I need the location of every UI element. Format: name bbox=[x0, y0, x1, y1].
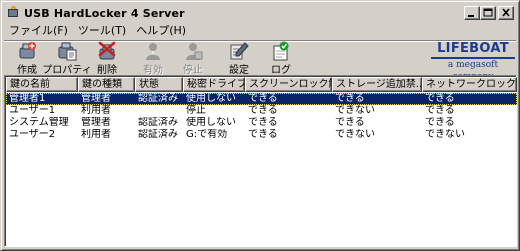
cell-storage-block: できない bbox=[335, 105, 375, 116]
delete-label: 削除 bbox=[97, 65, 117, 76]
cell-status: 認証済み bbox=[138, 117, 178, 128]
title-bar[interactable]: USB HardLocker 4 Server bbox=[4, 4, 516, 22]
stop-label: 停止 bbox=[183, 65, 203, 76]
cell-status: 認証済み bbox=[138, 93, 178, 104]
app-window: USB HardLocker 4 Server ファイル(F) ツール(T) ヘ… bbox=[0, 0, 520, 251]
window-title: USB HardLocker 4 Server bbox=[24, 6, 185, 20]
delete-button[interactable]: 削除 bbox=[87, 41, 127, 76]
cell-screen-unlock: できる bbox=[248, 105, 278, 116]
logo-wordmark: LIFEBOAT bbox=[437, 41, 509, 56]
col-key-name[interactable]: 鍵の名前 bbox=[6, 77, 78, 92]
cell-storage-block: できない bbox=[335, 129, 375, 140]
log-label: ログ bbox=[271, 65, 291, 76]
menu-bar: ファイル(F) ツール(T) ヘルプ(H) bbox=[4, 22, 191, 40]
cell-key-name: 管理者1 bbox=[9, 93, 46, 104]
close-icon bbox=[502, 8, 510, 17]
list-rows: 管理者1 管理者 認証済み 使用しない できる できる できる ユーザー1 利用… bbox=[6, 93, 517, 141]
cell-network-unlock: できる bbox=[425, 105, 455, 116]
settings-button[interactable]: 設定 bbox=[219, 41, 259, 76]
menu-help[interactable]: ヘルプ(H) bbox=[131, 22, 191, 40]
cell-secret-drive: 停止 bbox=[186, 105, 206, 116]
maximize-button[interactable] bbox=[480, 6, 496, 20]
delete-icon bbox=[98, 41, 116, 60]
list-header: 鍵の名前 鍵の種類 状態 秘密ドライブ スクリーンロック解除 ストレージ追加禁.… bbox=[6, 77, 517, 92]
col-secret-drive[interactable]: 秘密ドライブ bbox=[183, 77, 245, 92]
col-storage-block[interactable]: ストレージ追加禁... bbox=[332, 77, 422, 92]
create-key-icon bbox=[19, 42, 36, 59]
menu-file[interactable]: ファイル(F) bbox=[4, 22, 73, 40]
stop-icon bbox=[186, 43, 203, 60]
col-status[interactable]: 状態 bbox=[135, 77, 183, 92]
col-key-type[interactable]: 鍵の種類 bbox=[78, 77, 135, 92]
cell-screen-unlock: できる bbox=[248, 129, 278, 140]
stop-button[interactable]: 停止 bbox=[173, 41, 213, 76]
window-controls bbox=[464, 6, 514, 20]
key-list[interactable]: 鍵の名前 鍵の種類 状態 秘密ドライブ スクリーンロック解除 ストレージ追加禁.… bbox=[4, 75, 517, 247]
app-lock-icon bbox=[6, 6, 20, 20]
table-row[interactable]: ユーザー1 利用者 停止 できる できない できる bbox=[6, 105, 517, 117]
cell-key-type: 利用者 bbox=[81, 129, 111, 140]
cell-screen-unlock: できる bbox=[248, 117, 278, 128]
properties-icon bbox=[58, 42, 77, 61]
cell-status bbox=[135, 105, 183, 117]
cell-storage-block: できる bbox=[335, 93, 365, 104]
cell-status: 認証済み bbox=[138, 129, 178, 140]
log-button[interactable]: ログ bbox=[261, 41, 301, 76]
table-row[interactable]: システム管理 管理者 認証済み 使用しない できる できる できる bbox=[6, 117, 517, 129]
cell-storage-block: できる bbox=[335, 117, 365, 128]
table-row[interactable]: ユーザー2 利用者 認証済み G:で有効 できる できない できない bbox=[6, 129, 517, 141]
cell-screen-unlock: できる bbox=[248, 93, 278, 104]
minimize-button[interactable] bbox=[464, 6, 480, 20]
cell-secret-drive: 使用しない bbox=[186, 93, 236, 104]
table-row[interactable]: 管理者1 管理者 認証済み 使用しない できる できる できる bbox=[6, 93, 517, 105]
col-screen-unlock[interactable]: スクリーンロック解除 bbox=[245, 77, 332, 92]
cell-key-type: 管理者 bbox=[81, 93, 111, 104]
cell-secret-drive: G:で有効 bbox=[186, 129, 228, 140]
menu-tools[interactable]: ツール(T) bbox=[73, 22, 131, 40]
log-icon bbox=[273, 41, 289, 61]
cell-key-type: 利用者 bbox=[81, 105, 111, 116]
col-network-unlock[interactable]: ネットワークロック解除 bbox=[422, 77, 517, 92]
cell-key-name: システム管理 bbox=[9, 117, 69, 128]
cell-key-name: ユーザー1 bbox=[9, 105, 56, 116]
cell-secret-drive: 使用しない bbox=[186, 117, 236, 128]
cell-key-name: ユーザー2 bbox=[9, 129, 56, 140]
close-button[interactable] bbox=[498, 6, 514, 20]
cell-key-type: 管理者 bbox=[81, 117, 111, 128]
settings-icon bbox=[230, 42, 249, 60]
minimize-icon bbox=[468, 15, 474, 17]
enable-icon bbox=[146, 43, 160, 60]
maximize-icon bbox=[483, 8, 493, 17]
cell-network-unlock: できる bbox=[425, 117, 455, 128]
cell-network-unlock: できない bbox=[425, 129, 465, 140]
cell-network-unlock: できる bbox=[425, 93, 455, 104]
lifeboat-logo: LIFEBOAT a megasoft company bbox=[429, 41, 517, 82]
